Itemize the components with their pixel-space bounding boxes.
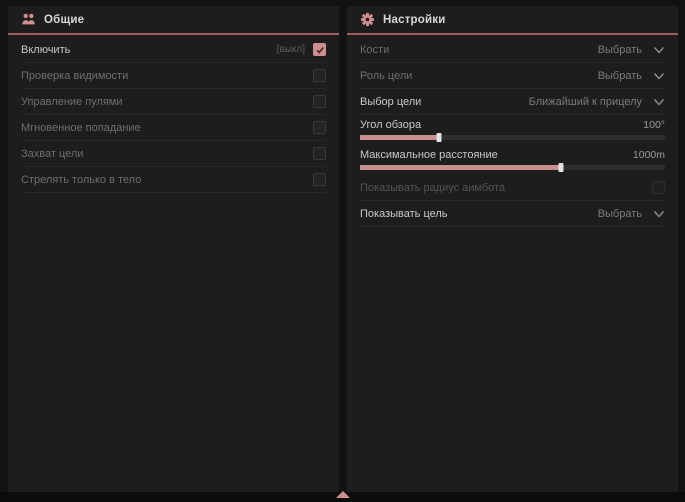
toggle-row-bullet-control[interactable]: Управление пулями [21, 89, 326, 115]
dropdown-label: Роль цели [360, 70, 412, 82]
slider-value: 1000m [633, 149, 665, 161]
toggle-label: Стрелять только в тело [21, 174, 141, 186]
dropdown-row-bones: Кости Выбрать [360, 37, 665, 63]
dropdown-value: Ближайший к прицелу [529, 96, 642, 108]
target-selection-dropdown[interactable]: Ближайший к прицелу [529, 96, 665, 108]
slider-head: Максимальное расстояние 1000m [360, 146, 665, 163]
dropdown-label: Показывать цель [360, 208, 448, 220]
dropdown-row-target-selection: Выбор цели Ближайший к прицелу [360, 89, 665, 115]
mod-menu: Общие Включить [выкл] Проверка видимости [0, 0, 685, 502]
show-aimbot-radius-checkbox[interactable] [652, 181, 665, 194]
gear-icon [360, 12, 375, 27]
fov-slider[interactable] [360, 135, 665, 140]
dropdown-row-show-target: Показывать цель Выбрать [360, 201, 665, 227]
toggle-label: Включить [21, 44, 70, 56]
target-lock-checkbox[interactable] [313, 147, 326, 160]
instant-hit-checkbox[interactable] [313, 121, 326, 134]
toggle-label: Захват цели [21, 148, 83, 160]
bones-dropdown[interactable]: Выбрать [598, 44, 665, 56]
visibility-check-checkbox[interactable] [313, 69, 326, 82]
toggle-label: Мгновенное попадание [21, 122, 141, 134]
chevron-down-icon [653, 97, 665, 107]
bullet-control-checkbox[interactable] [313, 95, 326, 108]
body-only-checkbox[interactable] [313, 173, 326, 186]
expand-up-arrow[interactable] [336, 491, 350, 498]
toggle-label: Показывать радиус аимбота [360, 182, 505, 194]
check-icon [315, 45, 325, 55]
slider-row-fov: Угол обзора 100° [360, 115, 665, 145]
chevron-down-icon [653, 209, 665, 219]
chevron-down-icon [653, 45, 665, 55]
dropdown-row-target-role: Роль цели Выбрать [360, 63, 665, 89]
dropdown-value: Выбрать [598, 70, 642, 82]
slider-head: Угол обзора 100° [360, 116, 665, 133]
toggle-row-show-aimbot-radius[interactable]: Показывать радиус аимбота [360, 175, 665, 201]
panel-general-header: Общие [8, 6, 339, 35]
users-icon [21, 12, 36, 27]
enable-checkbox[interactable] [313, 43, 326, 56]
panel-settings-rows: Кости Выбрать Роль цели Выбрать Выбор це… [347, 35, 678, 227]
slider-label: Угол обзора [360, 119, 421, 131]
toggle-row-visibility-check[interactable]: Проверка видимости [21, 63, 326, 89]
slider-label: Максимальное расстояние [360, 149, 498, 161]
dropdown-value: Выбрать [598, 44, 642, 56]
slider-value: 100° [643, 119, 665, 131]
slider-fill [360, 135, 439, 140]
toggle-row-target-lock[interactable]: Захват цели [21, 141, 326, 167]
show-target-dropdown[interactable]: Выбрать [598, 208, 665, 220]
slider-fill [360, 165, 561, 170]
keybind-tag[interactable]: [выкл] [277, 44, 305, 55]
slider-row-max-distance: Максимальное расстояние 1000m [360, 145, 665, 175]
dropdown-label: Кости [360, 44, 389, 56]
slider-thumb[interactable] [437, 133, 442, 142]
panel-general: Общие Включить [выкл] Проверка видимости [8, 6, 339, 492]
max-distance-slider[interactable] [360, 165, 665, 170]
dropdown-label: Выбор цели [360, 96, 421, 108]
toggle-row-body-only[interactable]: Стрелять только в тело [21, 167, 326, 193]
toggle-controls: [выкл] [277, 43, 326, 56]
panel-general-rows: Включить [выкл] Проверка видимости [8, 35, 339, 193]
toggle-label: Управление пулями [21, 96, 123, 108]
dropdown-value: Выбрать [598, 208, 642, 220]
panel-settings: Настройки Кости Выбрать Роль цели Выбрат… [347, 6, 678, 492]
slider-thumb[interactable] [559, 163, 564, 172]
panel-title: Общие [44, 14, 84, 26]
panel-settings-header: Настройки [347, 6, 678, 35]
toggle-row-enable[interactable]: Включить [выкл] [21, 37, 326, 63]
panel-title: Настройки [383, 14, 445, 26]
target-role-dropdown[interactable]: Выбрать [598, 70, 665, 82]
toggle-row-instant-hit[interactable]: Мгновенное попадание [21, 115, 326, 141]
toggle-label: Проверка видимости [21, 70, 128, 82]
chevron-down-icon [653, 71, 665, 81]
